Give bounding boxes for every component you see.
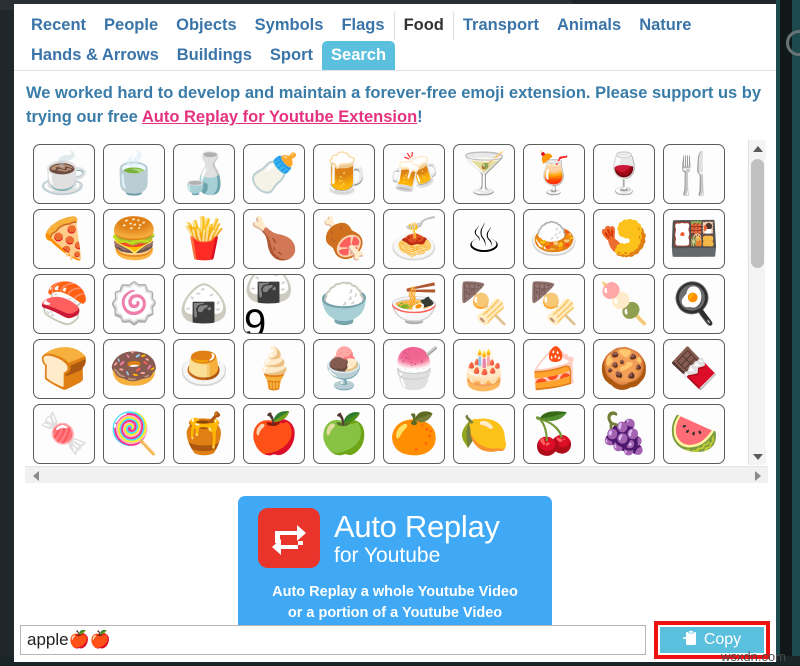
emoji-cell-wine-glass[interactable]: 🍷	[593, 144, 655, 204]
emoji-cell-fried-shrimp[interactable]: 🍤	[593, 209, 655, 269]
desktop-right-edge-inner	[780, 0, 792, 666]
tab-people[interactable]: People	[95, 11, 167, 40]
emoji-cell-soft-ice-cream[interactable]: 🍦	[243, 339, 305, 399]
emoji-cell-red-apple[interactable]: 🍎	[243, 404, 305, 464]
emoji-cell-birthday-cake[interactable]: 🎂	[453, 339, 515, 399]
tab-food[interactable]: Food	[393, 10, 454, 40]
tab-buildings[interactable]: Buildings	[168, 41, 261, 70]
banner-header: Auto Replay for Youtube	[248, 508, 542, 568]
emoji-cell-cocktail[interactable]: 🍸	[453, 144, 515, 204]
copy-button-label: Copy	[703, 631, 742, 648]
category-tab-row-2: Hands & Arrows Buildings Sport Search	[22, 40, 768, 70]
emoji-cell-custard[interactable]: 🍮	[173, 339, 235, 399]
banner-description: Auto Replay a whole Youtube Video or a p…	[248, 582, 542, 624]
clipboard-icon	[682, 629, 698, 651]
emoji-output-input[interactable]	[20, 625, 646, 655]
emoji-cell-cookie[interactable]: 🍪	[593, 339, 655, 399]
tab-sport[interactable]: Sport	[261, 41, 322, 70]
tab-nature[interactable]: Nature	[630, 11, 700, 40]
bottom-action-bar: Copy	[14, 621, 776, 662]
emoji-grid-vertical-scrollbar[interactable]	[748, 140, 766, 465]
auto-replay-banner[interactable]: Auto Replay for Youtube Auto Replay a wh…	[238, 496, 552, 638]
emoji-cell-cherries[interactable]: 🍒	[523, 404, 585, 464]
tab-recent[interactable]: Recent	[22, 11, 95, 40]
category-tab-row-1: Recent People Objects Symbols Flags Food Trans…	[22, 10, 768, 40]
emoji-cell-rice-ball[interactable]: 🍙	[173, 274, 235, 334]
emoji-cell-shortcake[interactable]: 🍰	[523, 339, 585, 399]
emoji-cell-baby-bottle[interactable]: 🍼	[243, 144, 305, 204]
emoji-cell-coffee[interactable]: ☕	[33, 144, 95, 204]
emoji-cell-lollipop[interactable]: 🍭	[103, 404, 165, 464]
emoji-extension-popup: Recent People Objects Symbols Flags Food Trans…	[14, 4, 776, 662]
tab-hands-arrows[interactable]: Hands & Arrows	[22, 41, 168, 70]
promo-message: We worked hard to develop and maintain a…	[14, 71, 776, 135]
emoji-cell-meat-on-bone[interactable]: 🍖	[313, 209, 375, 269]
emoji-cell-curry-rice[interactable]: 🍛	[523, 209, 585, 269]
screen: Recent People Objects Symbols Flags Food Trans…	[0, 0, 800, 666]
desktop-left-edge	[0, 0, 14, 666]
emoji-cell-watermelon[interactable]: 🍉	[663, 404, 725, 464]
scroll-left-arrow-icon[interactable]	[27, 467, 44, 484]
promo-banner-area: Auto Replay for Youtube Auto Replay a wh…	[14, 496, 776, 638]
emoji-cell-spaghetti[interactable]: 🍝	[383, 209, 445, 269]
auto-replay-extension-link[interactable]: Auto Replay for Youtube Extension	[142, 108, 417, 126]
emoji-cell-hamburger[interactable]: 🍔	[103, 209, 165, 269]
tab-transport[interactable]: Transport	[454, 11, 548, 40]
emoji-cell-beer[interactable]: 🍺	[313, 144, 375, 204]
emoji-cell-fish-cake[interactable]: 🍥	[103, 274, 165, 334]
promo-text-after: !	[417, 108, 423, 126]
copy-button-highlight: Copy	[654, 621, 770, 659]
emoji-cell-hot-springs[interactable]: ♨	[453, 209, 515, 269]
repeat-icon	[258, 508, 320, 568]
emoji-cell-candy[interactable]: 🍬	[33, 404, 95, 464]
category-tab-bar: Recent People Objects Symbols Flags Food Trans…	[14, 4, 776, 71]
emoji-grid: ☕ 🍵 🍶 🍼 🍺 🍻 🍸 🍹 🍷 🍴 🍕 🍔 🍟 🍗 🍖 🍝 ♨ 🍛 🍤 🍱 🍣 🍥 🍙 🍙9 🍚 🍜 🍢 🍢 🍡 🍳 🍞 🍩 🍮 🍦 🍨 🍧 🎂 🍰 🍪…	[25, 140, 751, 465]
emoji-cell-tangerine[interactable]: 🍊	[383, 404, 445, 464]
tab-objects[interactable]: Objects	[167, 11, 246, 40]
emoji-cell-french-fries[interactable]: 🍟	[173, 209, 235, 269]
emoji-grid-panel: ☕ 🍵 🍶 🍼 🍺 🍻 🍸 🍹 🍷 🍴 🍕 🍔 🍟 🍗 🍖 🍝 ♨ 🍛 🍤 🍱 🍣 🍥 🍙 🍙9 🍚 🍜 🍢 🍢 🍡 🍳 🍞 🍩 🍮 🍦 🍨 🍧 🎂 🍰 🍪…	[24, 139, 768, 484]
banner-subtitle: for Youtube	[334, 543, 441, 567]
emoji-cell-tropical-drink[interactable]: 🍹	[523, 144, 585, 204]
scroll-right-arrow-icon[interactable]	[749, 467, 766, 484]
vertical-scrollbar-thumb[interactable]	[751, 159, 764, 268]
emoji-cell-oden[interactable]: 🍢	[523, 274, 585, 334]
banner-description-line-2: or a portion of a Youtube Video	[287, 605, 503, 621]
copy-button[interactable]: Copy	[660, 627, 764, 653]
banner-description-line-1: Auto Replay a whole Youtube Video	[272, 584, 518, 600]
emoji-cell-ice-cream[interactable]: 🍨	[313, 339, 375, 399]
emoji-cell-honey-pot[interactable]: 🍯	[173, 404, 235, 464]
emoji-cell-shaved-ice[interactable]: 🍧	[383, 339, 445, 399]
emoji-grid-viewport: ☕ 🍵 🍶 🍼 🍺 🍻 🍸 🍹 🍷 🍴 🍕 🍔 🍟 🍗 🍖 🍝 ♨ 🍛 🍤 🍱 🍣 🍥 🍙 🍙9 🍚 🍜 🍢 🍢 🍡 🍳 🍞 🍩 🍮 🍦 🍨 🍧 🎂 🍰 🍪…	[25, 140, 751, 465]
tab-search[interactable]: Search	[322, 41, 396, 70]
emoji-cell-fried-egg[interactable]: 🍳	[663, 274, 725, 334]
tab-symbols[interactable]: Symbols	[246, 11, 333, 40]
emoji-cell-pot-of-food[interactable]: 🍢	[453, 274, 515, 334]
emoji-grid-horizontal-scrollbar[interactable]	[25, 466, 768, 483]
banner-titles: Auto Replay for Youtube	[334, 511, 500, 566]
emoji-cell-ramen[interactable]: 🍜	[383, 274, 445, 334]
emoji-cell-doughnut[interactable]: 🍩	[103, 339, 165, 399]
scroll-up-arrow-icon[interactable]	[749, 140, 766, 157]
emoji-cell-rice-cracker[interactable]: 🍙9	[243, 274, 305, 334]
emoji-cell-grapes[interactable]: 🍇	[593, 404, 655, 464]
emoji-cell-beers[interactable]: 🍻	[383, 144, 445, 204]
tab-flags[interactable]: Flags	[332, 11, 393, 40]
emoji-cell-poultry-leg[interactable]: 🍗	[243, 209, 305, 269]
emoji-cell-dango[interactable]: 🍡	[593, 274, 655, 334]
banner-title: Auto Replay	[334, 508, 500, 544]
emoji-cell-bento-box[interactable]: 🍱	[663, 209, 725, 269]
emoji-cell-sake[interactable]: 🍶	[173, 144, 235, 204]
emoji-cell-pizza[interactable]: 🍕	[33, 209, 95, 269]
emoji-cell-sushi[interactable]: 🍣	[33, 274, 95, 334]
emoji-cell-bread[interactable]: 🍞	[33, 339, 95, 399]
emoji-cell-green-apple[interactable]: 🍏	[313, 404, 375, 464]
emoji-cell-chocolate-bar[interactable]: 🍫	[663, 339, 725, 399]
scroll-down-arrow-icon[interactable]	[749, 448, 766, 465]
emoji-cell-lemon[interactable]: 🍋	[453, 404, 515, 464]
emoji-cell-tea[interactable]: 🍵	[103, 144, 165, 204]
emoji-cell-cooked-rice[interactable]: 🍚	[313, 274, 375, 334]
tab-animals[interactable]: Animals	[548, 11, 630, 40]
emoji-cell-fork-and-knife[interactable]: 🍴	[663, 144, 725, 204]
